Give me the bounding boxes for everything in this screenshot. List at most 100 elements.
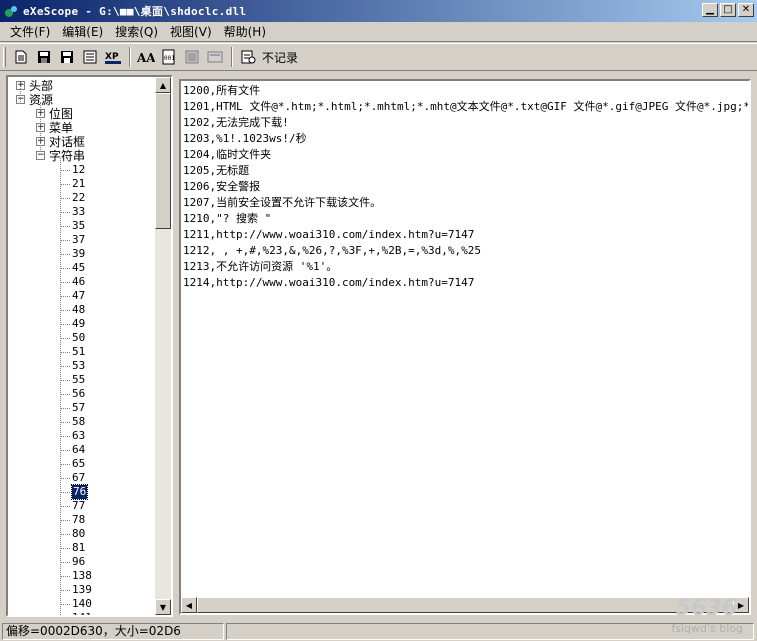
horizontal-scroll-thumb[interactable] xyxy=(197,597,737,613)
toolbar-separator xyxy=(129,47,131,67)
maximize-button[interactable]: □ xyxy=(720,3,736,17)
tree-item-label: 头部 xyxy=(29,79,54,93)
image-icon xyxy=(185,50,199,64)
status-bar: 偏移=0002D630，大小=02D6 xyxy=(0,621,757,641)
no-record-button[interactable] xyxy=(237,46,259,68)
open-file-icon xyxy=(15,50,27,64)
save-button[interactable] xyxy=(33,46,55,68)
tree-connector-line xyxy=(60,158,61,615)
tree-item-label: 80 xyxy=(72,527,86,540)
tree-item-label: 65 xyxy=(72,457,86,470)
string-entry[interactable]: 1207,当前安全设置不允许下载该文件。 xyxy=(183,195,748,211)
scroll-down-button[interactable]: ▼ xyxy=(155,599,171,615)
tree-item-label: 位图 xyxy=(49,107,74,121)
string-entry[interactable]: 1213,不允许访问资源 '%1'。 xyxy=(183,259,748,275)
arrow-left-icon: ◀ xyxy=(185,600,193,610)
open-button[interactable] xyxy=(10,46,32,68)
string-entry[interactable]: 1206,安全警报 xyxy=(183,179,748,195)
maximize-icon: □ xyxy=(723,4,733,15)
tree-item-label: 141 xyxy=(72,611,92,615)
save-icon xyxy=(38,51,50,63)
xp-icon: XP xyxy=(105,52,121,64)
toolbar-grip[interactable] xyxy=(3,47,6,67)
watermark-handle: fsiqwd's blog xyxy=(671,622,743,635)
no-record-label[interactable]: 不记录 xyxy=(262,49,298,66)
tree-item-label: 菜单 xyxy=(49,121,74,135)
menu-file[interactable]: 文件(F) xyxy=(4,23,56,40)
tree-item-label: 55 xyxy=(72,373,86,386)
window-controls: ▁ □ ✕ xyxy=(700,3,754,17)
string-entry[interactable]: 1214,http://www.woai310.com/index.htm?u=… xyxy=(183,275,748,291)
menu-search[interactable]: 搜索(Q) xyxy=(109,23,164,40)
tree-view: + 头部 − 资源 + 位图 + 菜单 + 对话框 − 字符串 12 21 22 33 35 37 39 45 46 47… xyxy=(8,77,156,615)
svg-text:001: 001 xyxy=(164,55,175,62)
string-entry[interactable]: 1203,%1!.1023ws!/秒 xyxy=(183,131,748,147)
collapse-icon[interactable]: − xyxy=(36,151,45,160)
export-button[interactable] xyxy=(79,46,101,68)
menu-help[interactable]: 帮助(H) xyxy=(218,23,272,40)
arrow-down-icon: ▼ xyxy=(159,602,167,612)
minimize-icon: ▁ xyxy=(706,4,714,15)
tree-item-label: 48 xyxy=(72,303,86,316)
tree-item-label: 47 xyxy=(72,289,86,302)
tree-vertical-scrollbar[interactable]: ▲ ▼ xyxy=(155,77,171,615)
string-entry[interactable]: 1205,无标题 xyxy=(183,163,748,179)
string-entry[interactable]: 1211,http://www.woai310.com/index.htm?u=… xyxy=(183,227,748,243)
content-horizontal-scrollbar[interactable]: ◀ ▶ xyxy=(181,597,749,613)
tree-item-label: 12 xyxy=(72,163,86,176)
scroll-thumb[interactable] xyxy=(155,93,171,229)
tree-item-label: 138 xyxy=(72,569,92,582)
tree-item-label: 77 xyxy=(72,499,86,512)
string-table-content[interactable]: 1200,所有文件 1201,HTML 文件@*.htm;*.html;*.mht… xyxy=(179,79,751,615)
export-icon xyxy=(83,50,97,64)
dialog-button[interactable] xyxy=(204,46,226,68)
string-entry[interactable]: 1202,无法完成下载! xyxy=(183,115,748,131)
toolbar-separator xyxy=(231,47,233,67)
tree-item-label: 22 xyxy=(72,191,86,204)
scroll-left-button[interactable]: ◀ xyxy=(181,597,197,613)
arrow-right-icon: ▶ xyxy=(737,600,745,610)
resource-tree[interactable]: + 头部 − 资源 + 位图 + 菜单 + 对话框 − 字符串 12 21 22 33 35 37 39 45 46 47… xyxy=(6,75,173,617)
svg-text:AA: AA xyxy=(137,51,155,65)
tree-item-label: 139 xyxy=(72,583,92,596)
tree-item-label: 50 xyxy=(72,331,86,344)
close-button[interactable]: ✕ xyxy=(738,3,754,17)
binary-icon: 001 xyxy=(162,49,175,65)
tree-item-label: 35 xyxy=(72,219,86,232)
save-as-button[interactable] xyxy=(56,46,78,68)
dialog-icon xyxy=(207,51,223,63)
tree-item-label: 对话框 xyxy=(49,135,86,149)
string-entry[interactable]: 1210,"? 搜索 " xyxy=(183,211,748,227)
scroll-up-button[interactable]: ▲ xyxy=(155,77,171,93)
font-button[interactable]: AA xyxy=(135,46,157,68)
image-button[interactable] xyxy=(181,46,203,68)
tree-item-label: 63 xyxy=(72,429,86,442)
string-entry[interactable]: 1201,HTML 文件@*.htm;*.html;*.mhtml;*.mht@… xyxy=(183,99,748,115)
string-entry[interactable]: 1200,所有文件 xyxy=(183,83,748,99)
tree-item-label: 49 xyxy=(72,317,86,330)
menu-bar: 文件(F) 编辑(E) 搜索(Q) 视图(V) 帮助(H) xyxy=(0,22,757,42)
exescope-app-icon[interactable] xyxy=(3,3,19,19)
tree-item-label: 51 xyxy=(72,345,86,358)
minimize-button[interactable]: ▁ xyxy=(702,3,718,17)
tree-item-label: 78 xyxy=(72,513,86,526)
svg-text:XP: XP xyxy=(105,52,119,62)
menu-view[interactable]: 视图(V) xyxy=(164,23,218,40)
tree-item-label: 140 xyxy=(72,597,92,610)
string-list: 1200,所有文件 1201,HTML 文件@*.htm;*.html;*.mht… xyxy=(183,83,748,291)
tree-item-label: 67 xyxy=(72,471,86,484)
title-bar: eXeScope - G:\■■\桌面\shdoclc.dll ▁ □ ✕ xyxy=(0,0,757,22)
tree-item-label: 46 xyxy=(72,275,86,288)
menu-edit[interactable]: 编辑(E) xyxy=(56,23,109,40)
tree-item-label: 45 xyxy=(72,261,86,274)
font-icon: AA xyxy=(137,51,155,65)
string-entry[interactable]: 1204,临时文件夹 xyxy=(183,147,748,163)
binary-button[interactable]: 001 xyxy=(158,46,180,68)
tree-item-label: 58 xyxy=(72,415,86,428)
tree-item-label: 57 xyxy=(72,401,86,414)
status-offset: 偏移=0002D630，大小=02D6 xyxy=(2,622,224,640)
close-icon: ✕ xyxy=(741,4,751,15)
xp-style-button[interactable]: XP xyxy=(102,46,124,68)
string-entry[interactable]: 1212, , +,#,%23,&,%26,?,%3F,+,%2B,=,%3d,… xyxy=(183,243,748,259)
tree-connector-line xyxy=(20,88,21,104)
